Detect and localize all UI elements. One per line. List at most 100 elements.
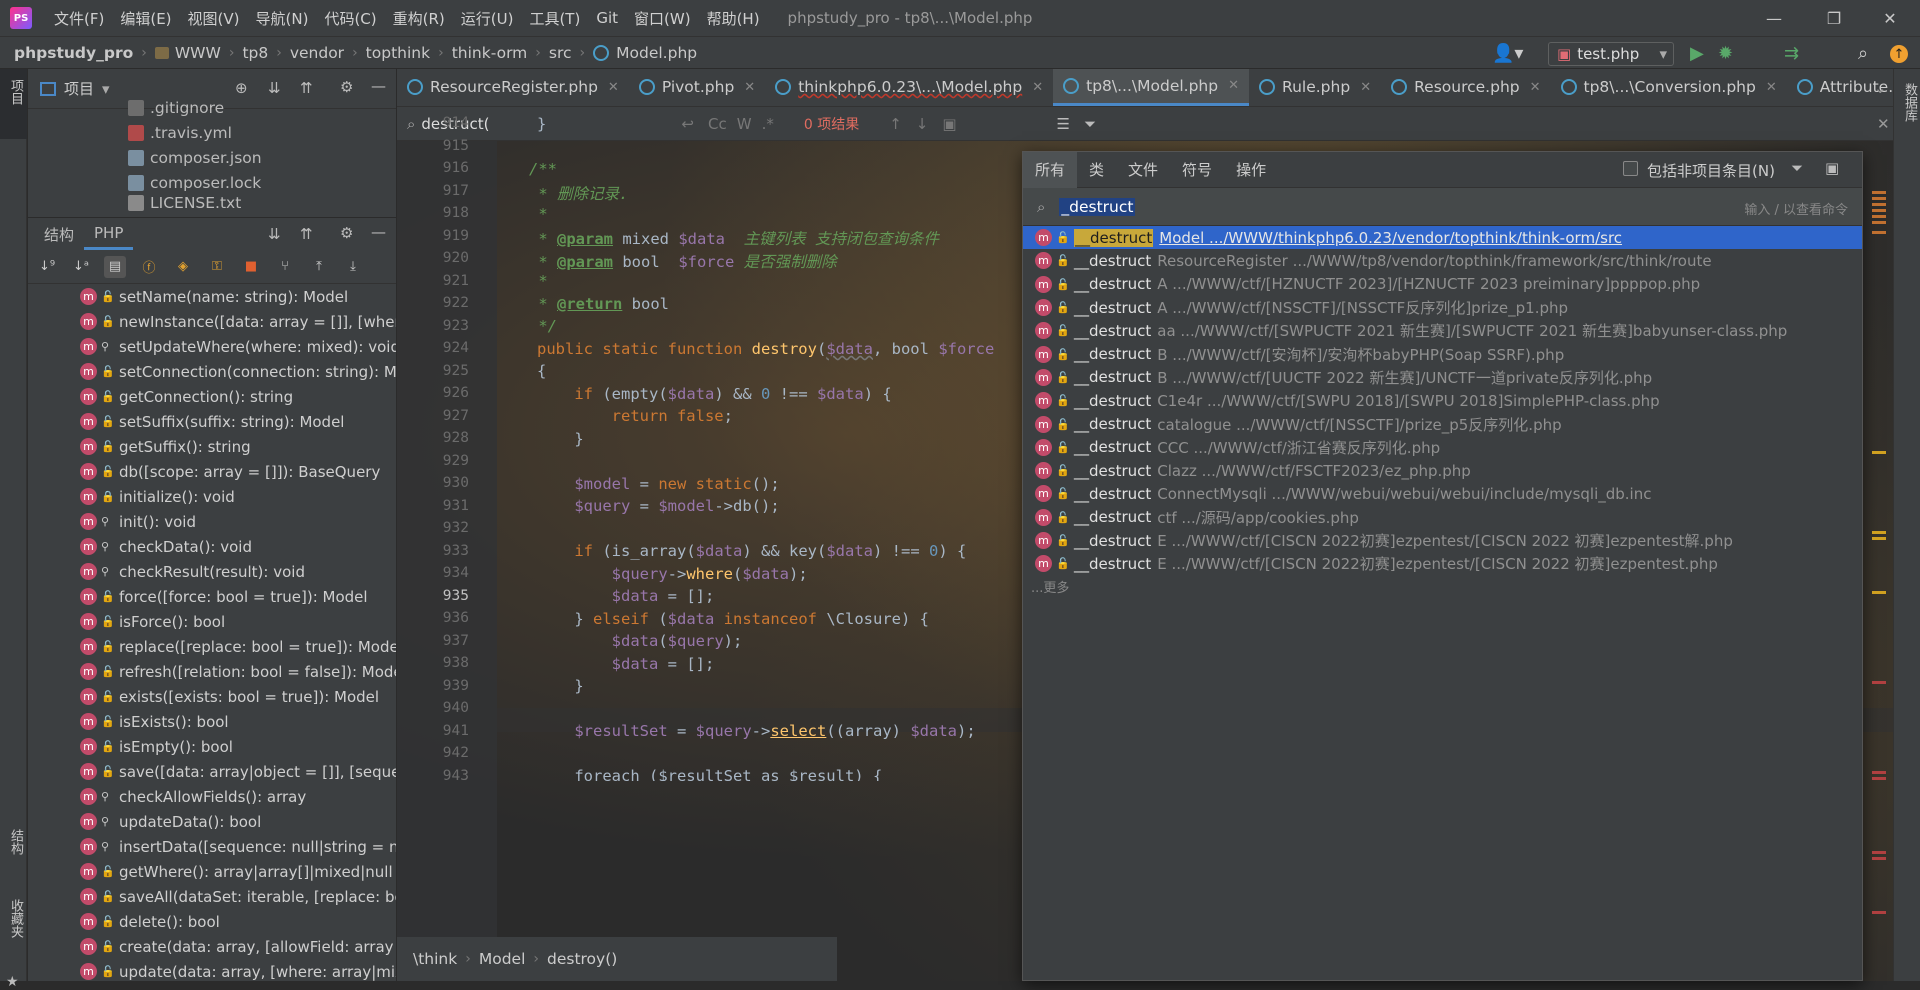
include-non-project-checkbox[interactable] <box>1623 161 1638 176</box>
structure-member-item[interactable]: m 🔓 isForce(): bool <box>28 609 396 634</box>
search-input[interactable]: ⌕ _destruct 输入 / 以查看命令 <box>1023 188 1862 226</box>
close-tab-icon[interactable]: ✕ <box>608 80 619 95</box>
search-result-item[interactable]: m 🔓 __destruct aa .../WWW/ctf/[SWPUCTF 2021… <box>1023 319 1862 342</box>
code-line[interactable]: { <box>537 362 546 380</box>
debug-icon[interactable]: ✹ <box>1718 43 1733 64</box>
structure-member-item[interactable]: m 🔒 initialize(): void <box>28 484 396 509</box>
file-item[interactable]: .travis.yml <box>28 120 396 145</box>
search-result-item[interactable]: m 🔓 __destruct E .../WWW/ctf/[CISCN 2022初赛]… <box>1023 552 1862 575</box>
collapse-all-icon[interactable]: ⇈ <box>300 225 313 243</box>
hide-icon[interactable]: — <box>371 223 386 241</box>
code-line[interactable]: if (empty($data) && 0 !== $data) { <box>537 385 891 403</box>
menu-refactor[interactable]: 重构(R) <box>385 8 453 29</box>
listen-debug-icon[interactable]: ⇉ <box>1784 43 1799 64</box>
code-line[interactable]: foreach ($resultSet as $result) { <box>537 767 882 781</box>
code-line[interactable]: } <box>537 677 583 695</box>
sort-by-visibility-icon[interactable]: ↓⁹ <box>36 256 58 278</box>
structure-member-item[interactable]: m ⚲ setUpdateWhere(where: mixed): void <box>28 334 396 359</box>
error-stripe-mark[interactable] <box>1872 777 1886 780</box>
code-line[interactable]: * @return bool <box>529 295 669 313</box>
close-tab-icon[interactable]: ✕ <box>1360 80 1371 95</box>
code-line[interactable]: /** <box>529 160 557 178</box>
structure-member-item[interactable]: m 🔓 isEmpty(): bool <box>28 734 396 759</box>
file-item[interactable]: composer.lock <box>28 170 396 195</box>
breadcrumb-www[interactable]: WWW <box>175 44 221 62</box>
error-stripe-mark[interactable] <box>1872 209 1886 212</box>
search-result-selected[interactable]: m 🔓 __destruct Model .../WWW/thinkphp6.0.23… <box>1023 226 1862 250</box>
code-line[interactable]: $data = []; <box>537 655 715 673</box>
structure-member-item[interactable]: m 🔓 update(data: array, [where: array|mixe… <box>28 959 396 984</box>
structure-member-item[interactable]: m 🔓 exists([exists: bool = true]): Model <box>28 684 396 709</box>
close-tab-icon[interactable]: ✕ <box>1766 80 1777 95</box>
search-result-item[interactable]: m 🔓 __destruct C1e4r .../WWW/ctf/[SWPU 2018… <box>1023 389 1862 412</box>
structure-member-item[interactable]: m 🔓 saveAll(dataSet: iterable, [replace: b… <box>28 884 396 909</box>
structure-member-item[interactable]: m 🔓 getConnection(): string <box>28 384 396 409</box>
run-configuration-select[interactable]: ▣ test.php ▾ <box>1548 42 1674 66</box>
error-stripe-mark[interactable] <box>1872 851 1886 854</box>
filter-options-icon[interactable]: ☰ <box>1057 115 1070 133</box>
show-properties-icon[interactable]: ⚿ <box>206 256 228 278</box>
star-icon[interactable]: ★ <box>6 974 19 990</box>
editor-tab[interactable]: ResourceRegister.php ✕ <box>397 69 629 106</box>
code-line[interactable]: } <box>537 430 583 448</box>
search-result-item[interactable]: m 🔓 __destruct B .../WWW/ctf/[UUCTF 2022 新生… <box>1023 366 1862 389</box>
structure-member-item[interactable]: m 🔓 newInstance([data: array = []], [where… <box>28 309 396 334</box>
maximize-button[interactable]: ❐ <box>1811 0 1857 36</box>
code-line[interactable]: * <box>529 272 547 290</box>
tab-list-chevron-icon[interactable]: ⌄ <box>1874 79 1887 97</box>
structure-member-item[interactable]: m ⚲ checkResult(result): void <box>28 559 396 584</box>
gear-icon[interactable]: ⚙ <box>340 78 353 96</box>
show-inherited-icon[interactable]: ▤ <box>104 255 126 278</box>
database-tool-label[interactable]: 数据库 <box>1900 83 1919 122</box>
show-fields-icon[interactable]: ⓕ <box>138 256 160 278</box>
close-tab-icon[interactable]: ✕ <box>1032 80 1043 95</box>
sort-alpha-icon[interactable]: ↓ᵃ <box>70 256 92 278</box>
structure-member-item[interactable]: m 🔓 refresh([relation: bool = false]): Mod… <box>28 659 396 684</box>
tab-php[interactable]: PHP <box>84 218 134 250</box>
code-line[interactable]: * @param mixed $data 主键列表 支持闭包查询条件 <box>529 227 939 249</box>
structure-member-item[interactable]: m 🔓 isExists(): bool <box>28 709 396 734</box>
menu-window[interactable]: 窗口(W) <box>626 8 699 29</box>
error-stripe-mark[interactable] <box>1872 197 1886 200</box>
search-result-item[interactable]: m 🔓 __destruct ConnectMysqli .../WWW/webui/… <box>1023 482 1862 505</box>
tab-structure[interactable]: 结构 <box>34 218 84 250</box>
breadcrumb-vendor[interactable]: vendor <box>290 44 344 62</box>
tab-classes[interactable]: 类 <box>1077 152 1116 188</box>
code-line[interactable]: } <box>537 115 546 133</box>
search-result-item[interactable]: m 🔓 __destruct E .../WWW/ctf/[CISCN 2022初赛]… <box>1023 529 1862 552</box>
structure-tool-label[interactable]: 结构 <box>6 829 25 855</box>
error-stripe-mark[interactable] <box>1872 203 1886 206</box>
filter-icon[interactable]: ⏷ <box>1791 159 1803 177</box>
structure-member-item[interactable]: m 🔓 setName(name: string): Model <box>28 284 396 309</box>
show-private-icon[interactable]: ■ <box>240 256 262 278</box>
editor-tab-active[interactable]: tp8\...\Model.php ✕ <box>1053 69 1250 106</box>
structure-member-item[interactable]: m ⚲ checkData(): void <box>28 534 396 559</box>
code-line[interactable]: return false; <box>537 407 733 425</box>
breadcrumb-tp8[interactable]: tp8 <box>242 44 268 62</box>
error-stripe-mark[interactable] <box>1872 221 1886 224</box>
project-tool-button[interactable]: 项目 <box>0 69 27 139</box>
editor-breadcrumb-class[interactable]: Model <box>479 950 526 968</box>
close-tab-icon[interactable]: ✕ <box>744 80 755 95</box>
close-tab-icon[interactable]: ✕ <box>1228 78 1239 93</box>
error-stripe-mark[interactable] <box>1872 215 1886 218</box>
hide-icon[interactable]: — <box>371 77 386 95</box>
editor-tab[interactable]: thinkphp6.0.23\...\Model.php ✕ <box>765 69 1053 106</box>
expand-icon[interactable]: ⤒ <box>308 256 330 278</box>
error-stripe-mark[interactable] <box>1872 681 1886 684</box>
editor-tab[interactable]: tp8\...\Conversion.php ✕ <box>1551 69 1787 106</box>
code-line[interactable]: public static function destroy($data, bo… <box>537 340 994 358</box>
tab-files[interactable]: 文件 <box>1116 152 1170 188</box>
structure-member-item[interactable]: m 🔓 replace([replace: bool = true]): Model <box>28 634 396 659</box>
close-button[interactable]: ✕ <box>1867 0 1913 36</box>
match-case-toggle[interactable]: Cc <box>708 115 727 133</box>
menu-edit[interactable]: 编辑(E) <box>112 8 179 29</box>
structure-member-item[interactable]: m ⚲ updateData(): bool <box>28 809 396 834</box>
filter-icon[interactable]: ⏷ <box>1084 115 1096 133</box>
structure-member-item[interactable]: m ⚲ insertData([sequence: null|string = nu… <box>28 834 396 859</box>
open-in-window-icon[interactable]: ▣ <box>1825 159 1839 177</box>
code-line[interactable]: } elseif ($data instanceof \Closure) { <box>537 610 929 628</box>
code-line[interactable]: * 删除记录. <box>529 182 628 204</box>
breadcrumb-src[interactable]: src <box>549 44 572 62</box>
code-line[interactable]: $resultSet = $query->select((array) $dat… <box>537 722 975 740</box>
